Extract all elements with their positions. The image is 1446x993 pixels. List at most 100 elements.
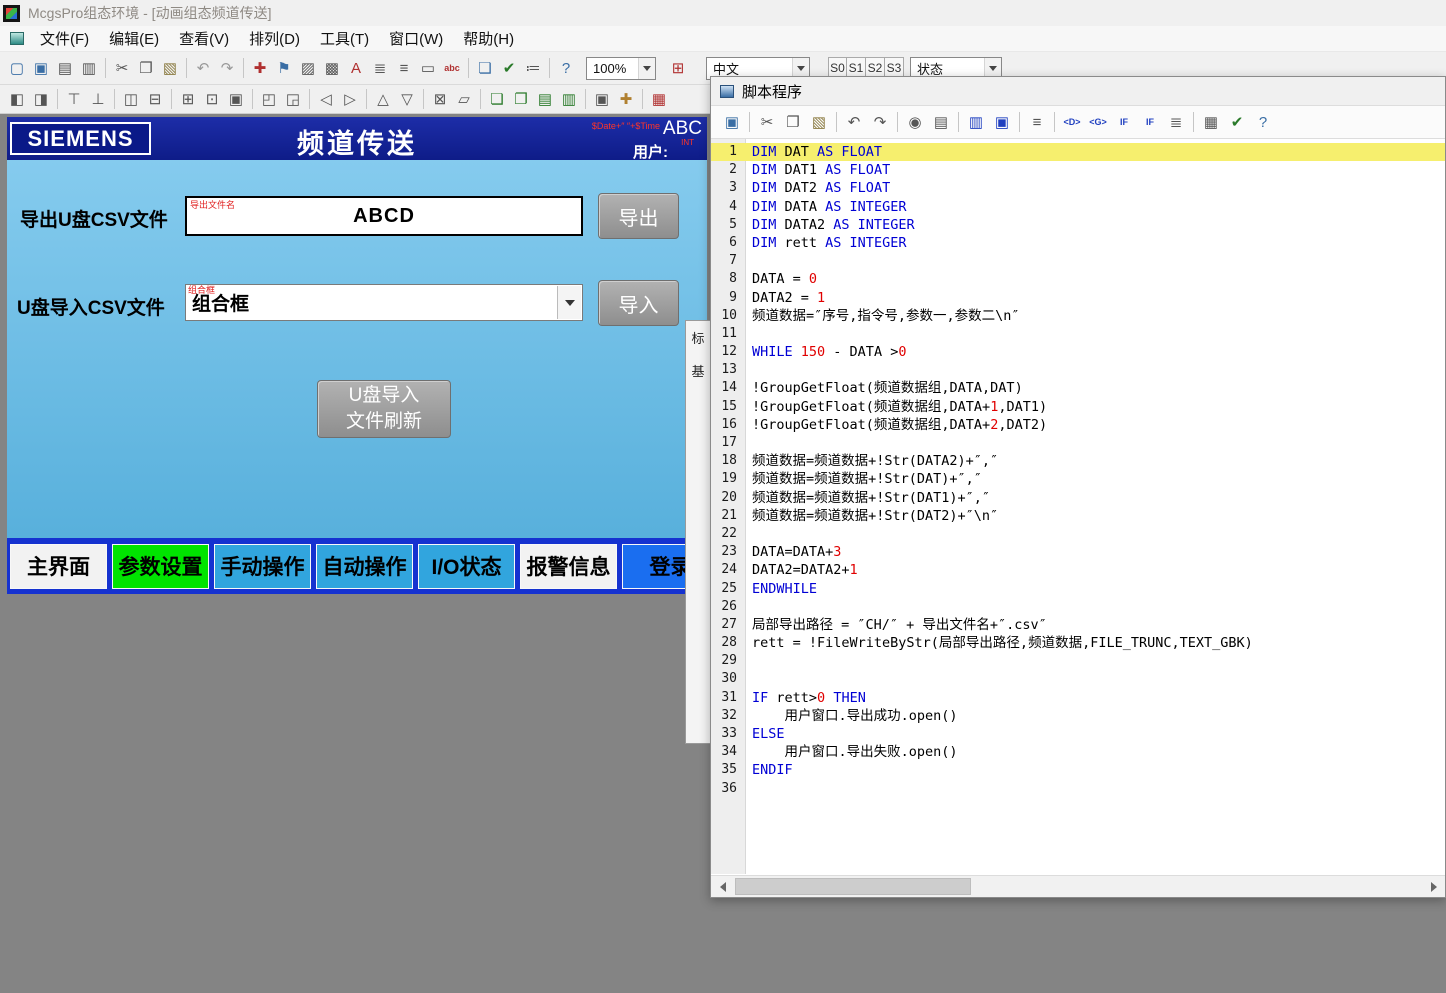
align-left-icon[interactable]: ◧ — [5, 87, 29, 111]
code-line-18[interactable]: 18频道数据=频道数据+!Str(DATA2)+″,″ — [711, 452, 1445, 470]
decompose-icon[interactable]: ▥ — [557, 87, 581, 111]
save-icon[interactable]: ▣ — [29, 56, 53, 80]
copy-icon[interactable]: ❐ — [780, 110, 806, 135]
code-line-34[interactable]: 34 用户窗口.导出失败.open() — [711, 743, 1445, 761]
fill-color-icon[interactable]: ✚ — [614, 87, 638, 111]
export-script-icon[interactable]: ▣ — [989, 110, 1015, 135]
code-line-6[interactable]: 6DIM rett AS INTEGER — [711, 234, 1445, 252]
hmi-canvas-window[interactable]: SIEMENS 频道传送 $Date+″ ″+$Time ABC 用户: INT… — [7, 117, 707, 594]
code-line-24[interactable]: 24DATA2=DATA2+1 — [711, 561, 1445, 579]
flag-icon[interactable]: ⚑ — [272, 56, 296, 80]
scroll-left-arrow[interactable] — [711, 876, 733, 897]
find-icon[interactable]: ◉ — [902, 110, 928, 135]
code-line-23[interactable]: 23DATA=DATA+3 — [711, 543, 1445, 561]
flip-vertical-icon[interactable]: ▽ — [395, 87, 419, 111]
insert-if-else-icon[interactable]: IF — [1137, 110, 1163, 135]
code-line-32[interactable]: 32 用户窗口.导出成功.open() — [711, 707, 1445, 725]
code-line-13[interactable]: 13 — [711, 361, 1445, 379]
window-properties-icon[interactable]: ▩ — [320, 56, 344, 80]
script-hscrollbar[interactable] — [711, 875, 1445, 897]
ungroup-icon[interactable]: ❐ — [509, 87, 533, 111]
code-line-19[interactable]: 19频道数据=频道数据+!Str(DAT)+″,″ — [711, 470, 1445, 488]
code-line-33[interactable]: 33ELSE — [711, 725, 1445, 743]
code-line-20[interactable]: 20频道数据=频道数据+!Str(DAT1)+″,″ — [711, 489, 1445, 507]
outline-icon[interactable]: ≡ — [392, 56, 416, 80]
insert-variable-icon[interactable]: <G> — [1085, 110, 1111, 135]
usb-refresh-button[interactable]: U盘导入 文件刷新 — [317, 380, 451, 438]
help-icon[interactable]: ? — [1250, 110, 1276, 135]
help-icon[interactable]: ? — [554, 56, 578, 80]
nav-button-参数设置[interactable]: 参数设置 — [112, 544, 209, 589]
same-width-icon[interactable]: ⊞ — [176, 87, 200, 111]
font-icon[interactable]: A — [344, 56, 368, 80]
spellcheck-icon[interactable]: abc — [440, 56, 464, 80]
function-list-icon[interactable]: ≡ — [1024, 110, 1050, 135]
hmi-body[interactable]: 导出U盘CSV文件 导出文件名 ABCD 导出 U盘导入CSV文件 组合框 组合… — [7, 160, 707, 538]
paste-icon[interactable]: ▧ — [158, 56, 182, 80]
code-line-7[interactable]: 7 — [711, 252, 1445, 270]
code-line-12[interactable]: 12WHILE 150 - DATA >0 — [711, 343, 1445, 361]
redo-icon[interactable]: ↷ — [867, 110, 893, 135]
mdi-child-icon[interactable] — [10, 32, 24, 45]
lock-icon[interactable]: ▣ — [590, 87, 614, 111]
script-code-editor[interactable]: 1DIM DAT AS FLOAT2DIM DAT1 AS FLOAT3DIM … — [711, 139, 1445, 874]
nav-button-I/O状态[interactable]: I/O状态 — [418, 544, 515, 589]
code-line-8[interactable]: 8DATA = 0 — [711, 270, 1445, 288]
export-filename-input[interactable]: 导出文件名 ABCD — [185, 196, 583, 236]
code-line-36[interactable]: 36 — [711, 780, 1445, 798]
code-line-17[interactable]: 17 — [711, 434, 1445, 452]
toolbox-tab-2[interactable]: 基 — [686, 354, 710, 387]
import-button[interactable]: 导入 — [598, 280, 679, 326]
menu-item-工具(T)[interactable]: 工具(T) — [310, 25, 379, 52]
code-line-28[interactable]: 28rett = !FileWriteByStr(局部导出路径,频道数据,FIL… — [711, 634, 1445, 652]
code-line-9[interactable]: 9DATA2 = 1 — [711, 289, 1445, 307]
center-vertical-icon[interactable]: ⊟ — [143, 87, 167, 111]
code-line-27[interactable]: 27局部导出路径 = ″CH/″ + 导出文件名+″.csv″ — [711, 616, 1445, 634]
bring-front-icon[interactable]: ◰ — [257, 87, 281, 111]
code-line-14[interactable]: 14!GroupGetFloat(频道数据组,DATA,DAT) — [711, 379, 1445, 397]
zoom-combo[interactable]: 100% — [586, 57, 656, 80]
flip-horizontal-icon[interactable]: △ — [371, 87, 395, 111]
menu-item-窗口(W)[interactable]: 窗口(W) — [379, 25, 453, 52]
snap-grid-icon[interactable]: ⊠ — [428, 87, 452, 111]
zoom-dropdown-arrow[interactable] — [638, 58, 655, 79]
code-line-3[interactable]: 3DIM DAT2 AS FLOAT — [711, 179, 1445, 197]
nav-button-自动操作[interactable]: 自动操作 — [316, 544, 413, 589]
scroll-right-arrow[interactable] — [1423, 876, 1445, 897]
tools-icon[interactable]: ✚ — [248, 56, 272, 80]
menu-item-查看(V)[interactable]: 查看(V) — [169, 25, 239, 52]
cut-icon[interactable]: ✂ — [754, 110, 780, 135]
code-line-35[interactable]: 35ENDIF — [711, 761, 1445, 779]
ruler-icon[interactable]: ▭ — [416, 56, 440, 80]
nav-button-主界面[interactable]: 主界面 — [10, 544, 107, 589]
combo-dropdown-arrow[interactable] — [557, 286, 581, 319]
insert-if-then-icon[interactable]: IF — [1111, 110, 1137, 135]
script-titlebar[interactable]: 脚本程序 — [711, 77, 1445, 106]
screen-ratio-icon[interactable]: ⊞ — [666, 56, 690, 80]
data-list-icon[interactable]: ≔ — [521, 56, 545, 80]
import-combobox[interactable]: 组合框 组合框 — [185, 284, 583, 321]
window-check-icon[interactable]: ❏ — [473, 56, 497, 80]
menu-item-编辑(E)[interactable]: 编辑(E) — [99, 25, 169, 52]
nav-button-报警信息[interactable]: 报警信息 — [520, 544, 617, 589]
snap-guide-icon[interactable]: ▱ — [452, 87, 476, 111]
redo-icon[interactable]: ↷ — [215, 56, 239, 80]
code-line-11[interactable]: 11 — [711, 325, 1445, 343]
syntax-check-icon[interactable]: ✔ — [1224, 110, 1250, 135]
code-line-30[interactable]: 30 — [711, 670, 1445, 688]
insert-device-icon[interactable]: <D> — [1059, 110, 1085, 135]
print-preview-icon[interactable]: ▥ — [77, 56, 101, 80]
code-line-1[interactable]: 1DIM DAT AS FLOAT — [711, 143, 1445, 161]
new-window-icon[interactable]: ▨ — [296, 56, 320, 80]
toolbox-tab-1[interactable]: 标 — [686, 321, 710, 354]
goto-line-icon[interactable]: ▤ — [928, 110, 954, 135]
align-right-icon[interactable]: ◨ — [29, 87, 53, 111]
align-bottom-icon[interactable]: ⊥ — [86, 87, 110, 111]
confirm-icon[interactable]: ✔ — [497, 56, 521, 80]
code-line-26[interactable]: 26 — [711, 598, 1445, 616]
save-script-icon[interactable]: ▣ — [719, 110, 745, 135]
send-back-icon[interactable]: ◲ — [281, 87, 305, 111]
code-line-10[interactable]: 10频道数据=″序号,指令号,参数一,参数二\n″ — [711, 307, 1445, 325]
code-line-21[interactable]: 21频道数据=频道数据+!Str(DAT2)+″\n″ — [711, 507, 1445, 525]
nav-button-手动操作[interactable]: 手动操作 — [214, 544, 311, 589]
